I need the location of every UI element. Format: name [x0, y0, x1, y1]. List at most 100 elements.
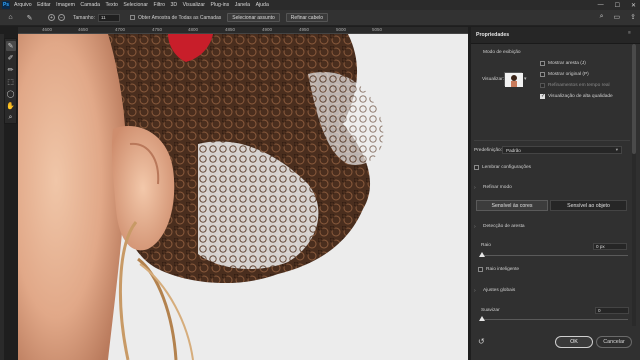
object-aware-label: Sensível ao objeto [567, 202, 610, 209]
share-icon[interactable]: ⇪ [630, 13, 636, 21]
refine-edge-brush-icon[interactable]: ✐ [6, 53, 16, 63]
radius-label: Raio [481, 243, 491, 248]
smart-radius-checkbox[interactable] [478, 267, 483, 272]
ruler-tick: 4900 [262, 27, 273, 32]
photo-image [18, 34, 468, 360]
ruler-tick: 4600 [42, 27, 53, 32]
object-select-icon[interactable]: ⬚ [6, 77, 16, 87]
brush-icon[interactable]: ✏ [6, 65, 16, 75]
panel-menu-icon[interactable]: ≡ [628, 31, 631, 36]
ruler-tick: 4800 [188, 27, 199, 32]
search-icon[interactable]: ⌕ [600, 13, 604, 21]
menu-imagem[interactable]: Imagem [56, 2, 75, 8]
ok-label: OK [570, 339, 578, 345]
minimize-icon[interactable]: — [598, 2, 604, 8]
subtract-mode-icon[interactable]: − [58, 14, 65, 21]
menu-editar[interactable]: Editar [37, 2, 51, 8]
home-icon[interactable]: ⌂ [6, 13, 15, 22]
remember-settings-label: Lembrar configurações [482, 165, 532, 170]
ruler-tick: 4700 [115, 27, 126, 32]
cancel-label: Cancelar [603, 339, 625, 345]
remember-settings-checkbox[interactable] [474, 165, 479, 170]
show-edge-label: Mostrar aresta (J) [548, 61, 586, 66]
options-bar: ⌂ ✎ + − Tamanho: 11 Obter Amostra de Tod… [0, 10, 640, 26]
preset-select[interactable]: Padrão ▾ [502, 146, 622, 154]
chevron-right-icon[interactable]: › [474, 224, 476, 230]
ok-button[interactable]: OK [555, 336, 593, 348]
smooth-label: Suavizar [481, 308, 500, 313]
show-edge-checkbox[interactable] [540, 61, 545, 66]
chevron-right-icon[interactable]: › [474, 185, 476, 191]
edge-detection-label: Detecção de aresta [483, 224, 525, 229]
smooth-slider-handle[interactable] [479, 316, 485, 321]
options-right-icons: ⌕ ▭ ⇪ [600, 13, 636, 21]
brush-preset-icon[interactable]: ✎ [25, 13, 34, 22]
ruler-tick: 5000 [336, 27, 347, 32]
add-mode-icon[interactable]: + [48, 14, 55, 21]
size-label: Tamanho: [73, 14, 95, 21]
document-canvas[interactable] [18, 34, 468, 360]
smart-radius-label: Raio inteligente [486, 267, 520, 272]
smooth-slider[interactable] [480, 319, 628, 320]
sample-all-layers-checkbox[interactable] [129, 15, 135, 20]
object-aware-button[interactable]: Sensível ao objeto [550, 200, 627, 211]
cancel-button[interactable]: Cancelar [596, 336, 632, 348]
radius-slider[interactable] [480, 255, 628, 256]
radius-value: 0 px [596, 244, 605, 249]
toolbox: ✎ ✐ ✏ ⬚ ◯ ✋ ⌕ [4, 38, 17, 124]
menu-3d[interactable]: 3D [170, 2, 177, 8]
menu-janela[interactable]: Janela [235, 2, 250, 8]
panel-title: Propriedades [476, 32, 510, 38]
window-controls: — ☐ ✕ [598, 0, 636, 10]
close-icon[interactable]: ✕ [631, 2, 636, 9]
divider [474, 140, 630, 141]
show-original-checkbox[interactable] [540, 72, 545, 77]
smooth-value: 0 [598, 308, 601, 313]
hand-icon[interactable]: ✋ [6, 101, 16, 111]
panel-scrollbar[interactable] [632, 44, 636, 326]
menu-bar: Ps Arquivo Editar Imagem Camada Texto Se… [0, 0, 640, 10]
preset-label: Predefinição: [474, 148, 502, 153]
high-quality-preview-label: Visualização de alta qualidade [548, 94, 613, 99]
view-mode-thumbnail[interactable] [504, 72, 523, 87]
high-quality-preview-checkbox[interactable] [540, 93, 545, 99]
brush-tool-icon[interactable]: ✎ [5, 41, 16, 51]
refine-hair-button[interactable]: Refinar cabelo [285, 13, 329, 22]
realtime-refine-checkbox[interactable] [540, 83, 545, 88]
menu-ajuda[interactable]: Ajuda [256, 2, 269, 8]
radius-slider-handle[interactable] [479, 252, 485, 257]
color-aware-button[interactable]: Sensível às cores [476, 200, 548, 211]
ruler-tick: 4650 [78, 27, 89, 32]
zoom-icon[interactable]: ⌕ [6, 113, 16, 123]
ruler-tick: 4950 [299, 27, 310, 32]
reset-icon[interactable]: ↺ [478, 337, 485, 346]
menu-selecionar[interactable]: Selecionar [123, 2, 148, 8]
preset-value: Padrão [506, 147, 521, 153]
chevron-right-icon[interactable]: › [474, 288, 476, 294]
menu-filtro[interactable]: Filtro [153, 2, 165, 8]
view-label: Visualizar: [482, 77, 505, 82]
scrollbar-thumb[interactable] [632, 44, 636, 154]
select-subject-button[interactable]: Selecionar assunto [227, 13, 280, 22]
show-original-label: Mostrar original (P) [548, 72, 589, 77]
lasso-icon[interactable]: ◯ [6, 89, 16, 99]
size-field[interactable]: 11 [97, 13, 120, 22]
ruler-tick: 4850 [225, 27, 236, 32]
panel-header: Propriedades [471, 27, 640, 44]
refine-mode-label: Refinar modo [483, 185, 512, 190]
menu-arquivo[interactable]: Arquivo [14, 2, 32, 8]
menu-texto[interactable]: Texto [106, 2, 118, 8]
smooth-field[interactable]: 0 [595, 307, 629, 314]
menu-plugins[interactable]: Plug-ins [211, 2, 230, 8]
chevron-down-icon: ▾ [615, 147, 618, 152]
color-aware-label: Sensível às cores [491, 202, 533, 209]
menu-visualizar[interactable]: Visualizar [183, 2, 205, 8]
horizontal-ruler: 4600 4650 4700 4750 4800 4850 4900 4950 … [18, 27, 468, 34]
realtime-refine-label: Refinamentos em tempo real [548, 83, 610, 88]
workspace-icon[interactable]: ▭ [614, 13, 621, 21]
chevron-down-icon[interactable]: ▾ [524, 76, 527, 82]
radius-field[interactable]: 0 px [593, 243, 627, 250]
view-mode-label: Modo de exibição [483, 50, 521, 55]
menu-camada[interactable]: Camada [80, 2, 100, 8]
maximize-icon[interactable]: ☐ [615, 2, 620, 9]
